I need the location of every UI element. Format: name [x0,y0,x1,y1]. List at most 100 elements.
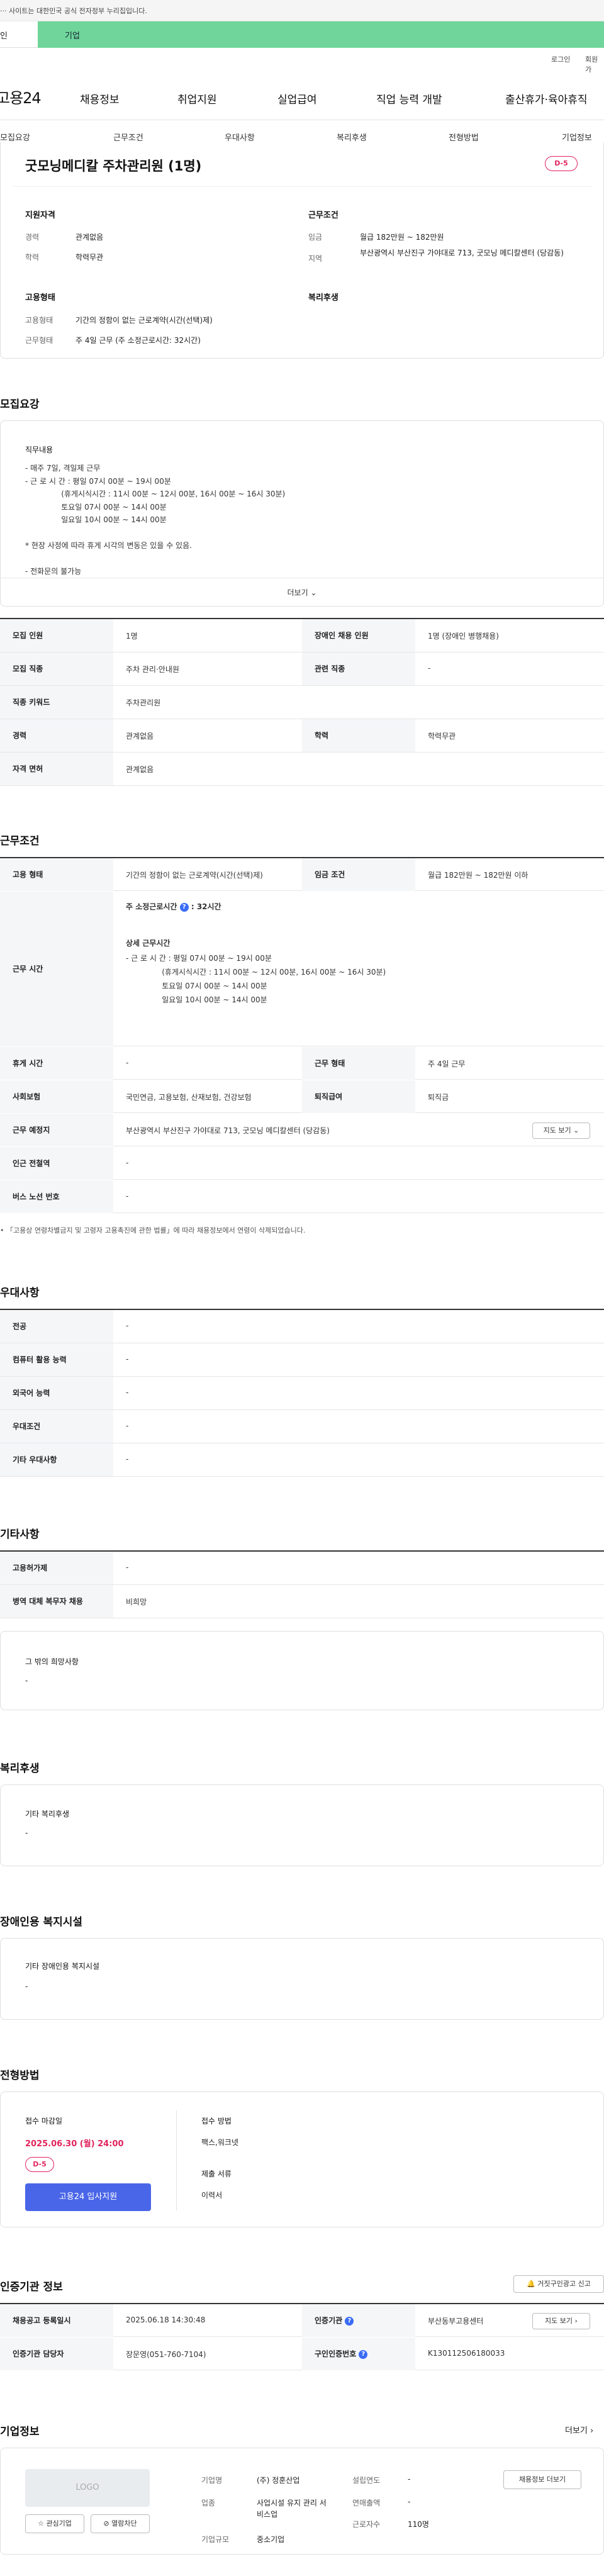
emp-type-header: 고용 형태 [0,858,113,891]
form-header: 근무 형태 [302,1047,415,1080]
section-title-etc: 기타사항 [0,1528,40,1541]
emptype-label: 고용형태 [25,316,53,325]
login-link[interactable]: 로그인 [551,54,570,64]
table-value-cell: 1명 [126,632,138,641]
method-title: 접수 방법 [201,2117,232,2125]
company-logo-placeholder: LOGO [25,2469,150,2507]
snb-tab-company[interactable]: 기업정보 [562,131,592,143]
preference-table: 전공 - 컴퓨터 활용 능력 - 외국어 능력 - 우대조건 - 기타 우대사항 - [0,1310,604,1477]
company-jobs-button[interactable]: 채용정보 더보기 [503,2470,581,2489]
table-header-cell: 학력 [302,719,415,752]
table-value-cell: - [126,1421,129,1430]
snb-tab-recruit[interactable]: 모집요강 [0,131,30,143]
help-icon[interactable]: ? [345,2316,354,2326]
bus-header: 버스 노선 번호 [0,1180,113,1213]
table-value-cell: - [126,1321,129,1330]
site-logo[interactable]: 고용24 [0,86,42,108]
section-title-preference: 우대사항 [0,1287,40,1299]
cert-no-header: 구인인증번호 ? [302,2338,415,2370]
company-name-value: (주) 정훈산업 [257,2476,300,2485]
sales-value: - [408,2497,411,2506]
block-company-button[interactable]: ⊘ 열람차단 [91,2514,150,2533]
duty-title: 직무내용 [25,445,53,454]
table-value-cell: - [126,1455,129,1464]
cert-no-value: K130112506180033 [428,2349,505,2358]
apply-button[interactable]: 고용24 입사지원 [25,2183,151,2211]
bell-icon: 🔔 [527,2280,535,2288]
staff-value: 110명 [408,2520,429,2529]
form-value: 주 4일 근무 [428,1060,466,1068]
tab-business[interactable]: 기업 [38,21,604,48]
worktype-label: 근무형태 [25,336,53,345]
company-size-label: 기업규모 [201,2535,230,2544]
table-header-cell: 고용허가제 [0,1552,113,1584]
divider [13,186,591,187]
gnb-item[interactable]: 실업급여 [277,91,317,106]
company-size-value: 중소기업 [257,2535,285,2544]
chevron-down-icon: ⌄ [310,588,317,597]
table-value-cell: - [428,664,431,673]
job-title: 굿모닝메디칼 주차관리원 (1명) [25,159,202,174]
gnb-item[interactable]: 취업지원 [177,91,217,106]
rest-value: - [126,1058,129,1067]
gnb-item[interactable]: 직업 능력 개발 [376,91,442,106]
emptype-value: 기간의 정함이 없는 근로계약(시간(선택)제) [76,316,213,325]
agency-header: 인증기관 ? [302,2304,415,2337]
report-button[interactable]: 🔔 거짓구인광고 신고 [513,2275,604,2293]
table-header-cell: 경력 [0,719,113,752]
table-value-cell: 비희망 [126,1598,147,1606]
subway-value: - [126,1158,129,1167]
map-button[interactable]: 지도 보기 ⌄ [532,1123,590,1139]
table-value-cell: 학력무관 [428,732,456,741]
table-value-cell: - [126,1563,129,1572]
qualification-title: 지원자격 [25,211,55,220]
table-header-cell: 병역 대체 복무자 채용 [0,1585,113,1618]
gov-notice-text: ··· 사이트는 대한민국 공식 전자정부 누리집입니다. [0,7,147,15]
tab-individual[interactable]: 인 [0,21,38,48]
dday-badge: D-5 [545,156,578,171]
snb-tab-preference[interactable]: 우대사항 [225,131,255,143]
duty-text: - 매주 7일, 격일제 근무 - 근 로 시 간 : 평일 07시 00분 ~… [25,464,286,576]
reg-date-header: 채용공고 등록일시 [0,2304,113,2337]
disability-box-value: - [25,1982,28,1991]
table-value-cell: - [126,1355,129,1364]
table-value-cell: 관계없음 [126,765,154,774]
method-value: 팩스,워크넷 [201,2138,239,2147]
section-title-agency: 인증기관 정보 [0,2281,63,2293]
section-title-recruit: 모집요강 [0,398,40,411]
gnb-item[interactable]: 채용정보 [80,91,120,106]
table-header-cell: 전공 [0,1310,113,1343]
star-icon: ☆ [38,2519,44,2528]
join-link[interactable]: 회원가 [585,54,604,74]
page: ··· 사이트는 대한민국 공식 전자정부 누리집입니다. 인 기업 로그인 회… [0,0,604,2576]
snb-tab-conditions[interactable]: 근무조건 [113,131,143,143]
duty-more-button[interactable]: 더보기 ⌄ [0,578,604,607]
company-name-label: 기업명 [201,2476,223,2485]
welfare-box-value: - [25,1828,28,1837]
help-icon[interactable]: ? [179,902,189,912]
table-value-cell: 1명 (장애인 병행채용) [428,632,499,641]
favorite-company-button[interactable]: ☆ 관심기업 [25,2514,84,2533]
location-value: 부산광역시 부산진구 가야대로 713, 굿모닝 메디칼센터 (당감동) [360,249,564,257]
section-title-conditions: 근무조건 [0,835,40,848]
gov-notice-bar: ··· 사이트는 대한민국 공식 전자정부 누리집입니다. [0,0,604,21]
hours-detail-text: - 근 로 시 간 : 평일 07시 00분 ~ 19시 00분 (휴게시식시간… [126,954,386,1004]
divider [176,2110,177,2211]
gnb-item[interactable]: 출산휴가·육아휴직 [505,91,588,106]
snb-tab-process[interactable]: 전형방법 [449,131,479,143]
insurance-header: 사회보험 [0,1080,113,1113]
docs-title: 제출 서류 [201,2170,232,2178]
bus-value: - [126,1192,129,1201]
deadline-title: 접수 마감일 [25,2117,63,2125]
manager-value: 장문영(051-760-7104) [126,2350,206,2359]
hours-header: 근무 시간 [0,892,113,1046]
help-icon[interactable]: ? [359,2349,368,2359]
hope-title: 그 밖의 희망사항 [25,1657,79,1666]
table-value-cell: - [126,1388,129,1397]
company-more-link[interactable]: 더보기 › [565,2424,593,2436]
snb-tab-welfare[interactable]: 복리후생 [337,131,367,143]
agency-map-button[interactable]: 지도 보기 › [532,2313,590,2329]
worktype-value: 주 4일 근무 (주 소정근로시간: 32시간) [76,336,201,345]
career-value: 관계없음 [76,233,104,242]
table-header-cell: 관련 직종 [302,652,415,685]
